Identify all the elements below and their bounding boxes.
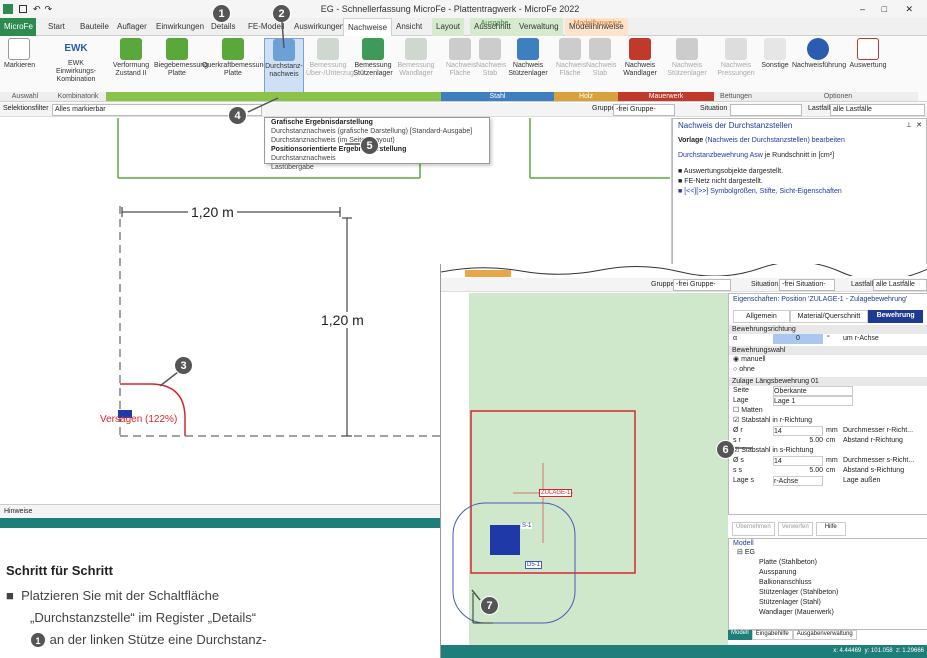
callout-badge-5: 5: [360, 136, 379, 155]
callout-badge-7: 7: [480, 596, 499, 615]
callout-badge-4: 4: [228, 106, 247, 125]
callout-badge-3: 3: [174, 356, 193, 375]
callout-badge-6: 6: [716, 440, 735, 459]
callout-lines: [159, 21, 752, 601]
